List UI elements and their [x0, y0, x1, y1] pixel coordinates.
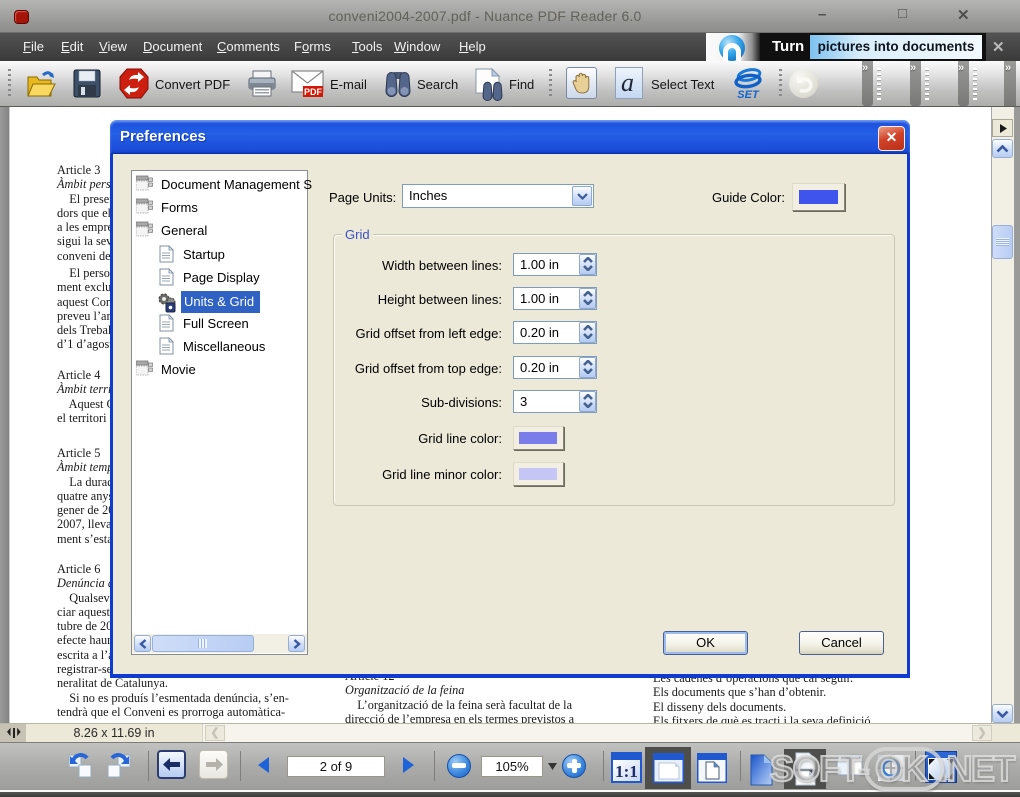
svg-text:PDF: PDF — [304, 87, 323, 97]
svg-text:1:1: 1:1 — [615, 762, 638, 781]
svg-text:SET: SET — [737, 89, 760, 101]
